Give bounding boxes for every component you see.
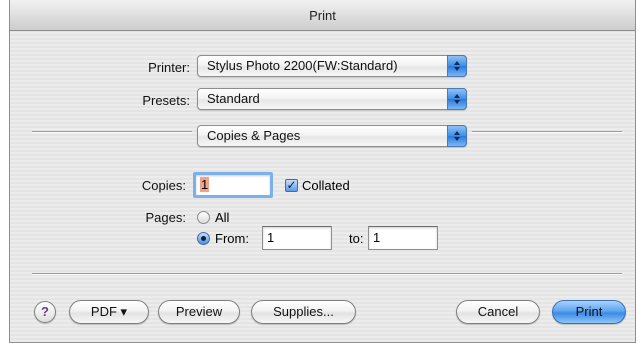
- help-button[interactable]: ?: [34, 301, 56, 323]
- collated-checkbox[interactable]: ✓: [285, 179, 298, 192]
- updown-arrows-icon: [447, 125, 467, 147]
- help-icon: ?: [41, 304, 49, 319]
- updown-arrows-icon: [447, 88, 467, 110]
- presets-popup[interactable]: Standard: [197, 88, 467, 110]
- presets-value: Standard: [207, 91, 260, 106]
- window-title: Print: [10, 0, 635, 31]
- collated-label: Collated: [302, 178, 350, 193]
- pages-to-label: to:: [349, 231, 364, 246]
- pages-label: Pages:: [145, 210, 186, 225]
- panel-value: Copies & Pages: [207, 128, 301, 143]
- pages-from-input[interactable]: 1: [262, 226, 332, 250]
- pages-to-input[interactable]: 1: [368, 226, 438, 250]
- pages-all-label: All: [215, 210, 230, 225]
- preview-button[interactable]: Preview: [158, 300, 240, 324]
- copies-value: 1: [200, 177, 210, 192]
- separator-right: [472, 131, 622, 133]
- copies-input[interactable]: 1: [193, 172, 273, 198]
- pages-from-radio[interactable]: [197, 232, 210, 245]
- checkmark-icon: ✓: [286, 178, 297, 192]
- copies-label: Copies:: [141, 178, 186, 193]
- printer-popup[interactable]: Stylus Photo 2200(FW:Standard): [197, 55, 467, 77]
- presets-label: Presets:: [142, 93, 190, 108]
- updown-arrows-icon: [447, 55, 467, 77]
- print-button[interactable]: Print: [552, 300, 626, 324]
- separator-left: [32, 131, 192, 133]
- printer-label: Printer:: [148, 60, 190, 75]
- separator-bottom: [32, 273, 622, 275]
- pages-all-radio[interactable]: [197, 211, 210, 224]
- panel-popup[interactable]: Copies & Pages: [197, 125, 467, 147]
- print-dialog: Print Printer: Stylus Photo 2200(FW:Stan…: [9, 0, 636, 343]
- radio-dot-icon: [201, 236, 206, 241]
- pdf-button[interactable]: PDF ▾: [69, 300, 149, 324]
- cancel-button[interactable]: Cancel: [456, 300, 540, 324]
- pages-from-label: From:: [215, 231, 249, 246]
- printer-value: Stylus Photo 2200(FW:Standard): [207, 58, 398, 73]
- supplies-button[interactable]: Supplies...: [251, 300, 356, 324]
